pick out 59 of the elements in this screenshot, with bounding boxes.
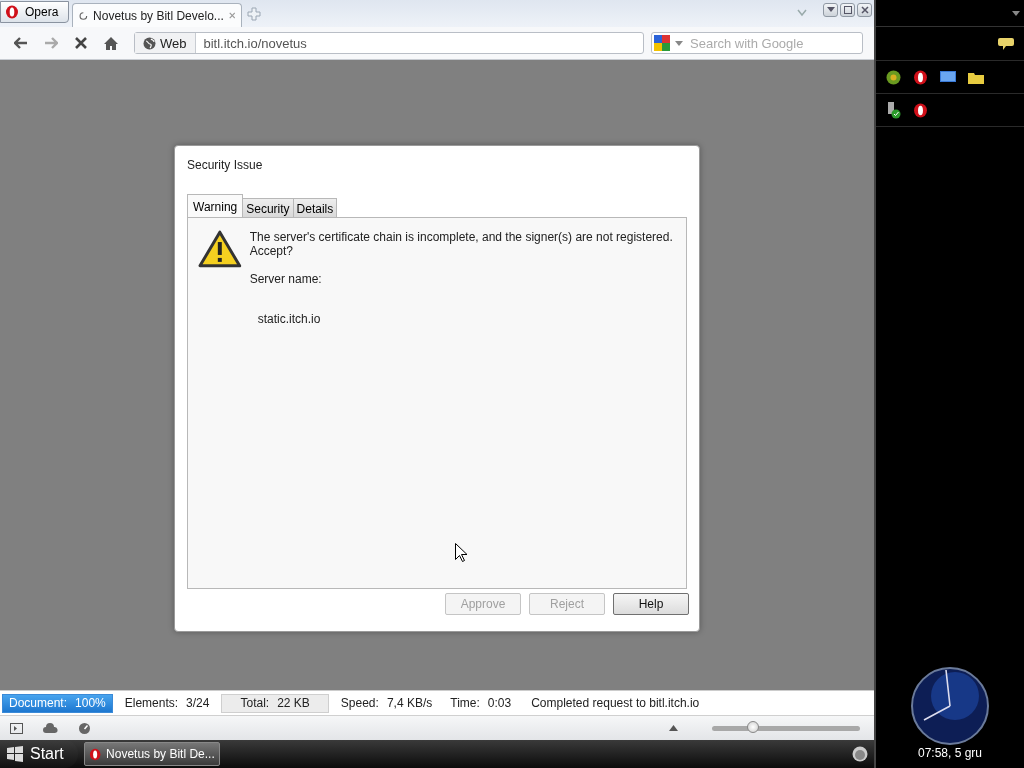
back-icon[interactable] <box>14 37 28 49</box>
dialog-tab[interactable]: Details <box>292 198 338 218</box>
panel-icon[interactable] <box>10 722 23 734</box>
close-icon[interactable] <box>228 11 236 20</box>
cursor-icon <box>455 543 467 562</box>
status-value: 7,4 KB/s <box>386 696 433 710</box>
url-text: bitl.itch.io/novetus <box>202 35 307 51</box>
search-field[interactable]: Search with Google <box>651 32 863 54</box>
address-field[interactable]: Web bitl.itch.io/novetus <box>134 32 644 54</box>
opera-menu-button[interactable]: Opera <box>0 1 70 23</box>
server-name-label: Server name: <box>249 272 322 286</box>
caret-icon[interactable] <box>1012 10 1020 16</box>
close-icon <box>860 6 869 14</box>
gauge-icon[interactable] <box>78 721 91 735</box>
dialog-button[interactable]: Help <box>613 593 689 615</box>
status-value: 3/24 <box>186 696 210 710</box>
browser-tab[interactable]: Novetus by Bitl Develo... <box>72 3 243 27</box>
web-badge[interactable]: Web <box>135 33 196 53</box>
status-value: 0:03 <box>487 696 512 710</box>
opera-logo-icon <box>88 747 102 761</box>
close-button[interactable] <box>857 3 872 17</box>
orb-icon[interactable] <box>886 69 901 85</box>
square-icon <box>843 6 852 14</box>
opera-logo-icon <box>913 69 928 85</box>
opera-logo-icon <box>913 102 928 118</box>
speech-bubble-icon[interactable] <box>998 37 1014 50</box>
status-value: 100% <box>75 696 106 710</box>
warning-message: The server's certificate chain is incomplete, and the signer(s) are not registered. Accept? <box>249 230 674 258</box>
dropdown-caret-icon[interactable] <box>675 41 683 46</box>
dialog-tab[interactable]: Security <box>242 198 294 218</box>
status-label: Total: <box>240 696 270 710</box>
status-label: Elements: <box>124 696 179 710</box>
caret-icon <box>826 7 835 13</box>
status-message: Completed request to bitl.itch.io <box>531 696 700 710</box>
status-label: Speed: <box>340 696 379 710</box>
status-label: Time: <box>450 696 480 710</box>
warning-icon <box>198 230 242 268</box>
home-icon[interactable] <box>104 36 118 50</box>
cloud-icon[interactable] <box>43 723 58 733</box>
status-label: Document: <box>9 696 68 710</box>
clock-time: 07:58, 5 gru <box>917 746 983 760</box>
dialog-title: Security Issue <box>187 158 263 172</box>
opera-logo-icon <box>5 5 19 19</box>
taskbar-window-button[interactable]: Novetus by Bitl De... <box>83 742 220 766</box>
server-name-value: static.itch.io <box>257 312 321 326</box>
folder-icon[interactable] <box>968 70 984 84</box>
caret-up-icon[interactable] <box>669 725 678 731</box>
restore-button[interactable] <box>840 3 855 17</box>
minimize-button[interactable] <box>823 3 838 17</box>
tab-title: Novetus by Bitl Develo... <box>93 8 224 23</box>
orb-icon[interactable] <box>852 746 868 762</box>
usb-drive-icon[interactable] <box>886 101 901 119</box>
dialog-tab[interactable]: Warning <box>187 194 244 218</box>
google-logo-icon <box>654 35 670 51</box>
stop-icon[interactable] <box>75 37 87 49</box>
globe-icon <box>143 36 156 50</box>
status-value: 22 KB <box>277 696 310 710</box>
monitor-icon[interactable] <box>940 70 956 84</box>
windows-logo-icon <box>6 745 24 763</box>
